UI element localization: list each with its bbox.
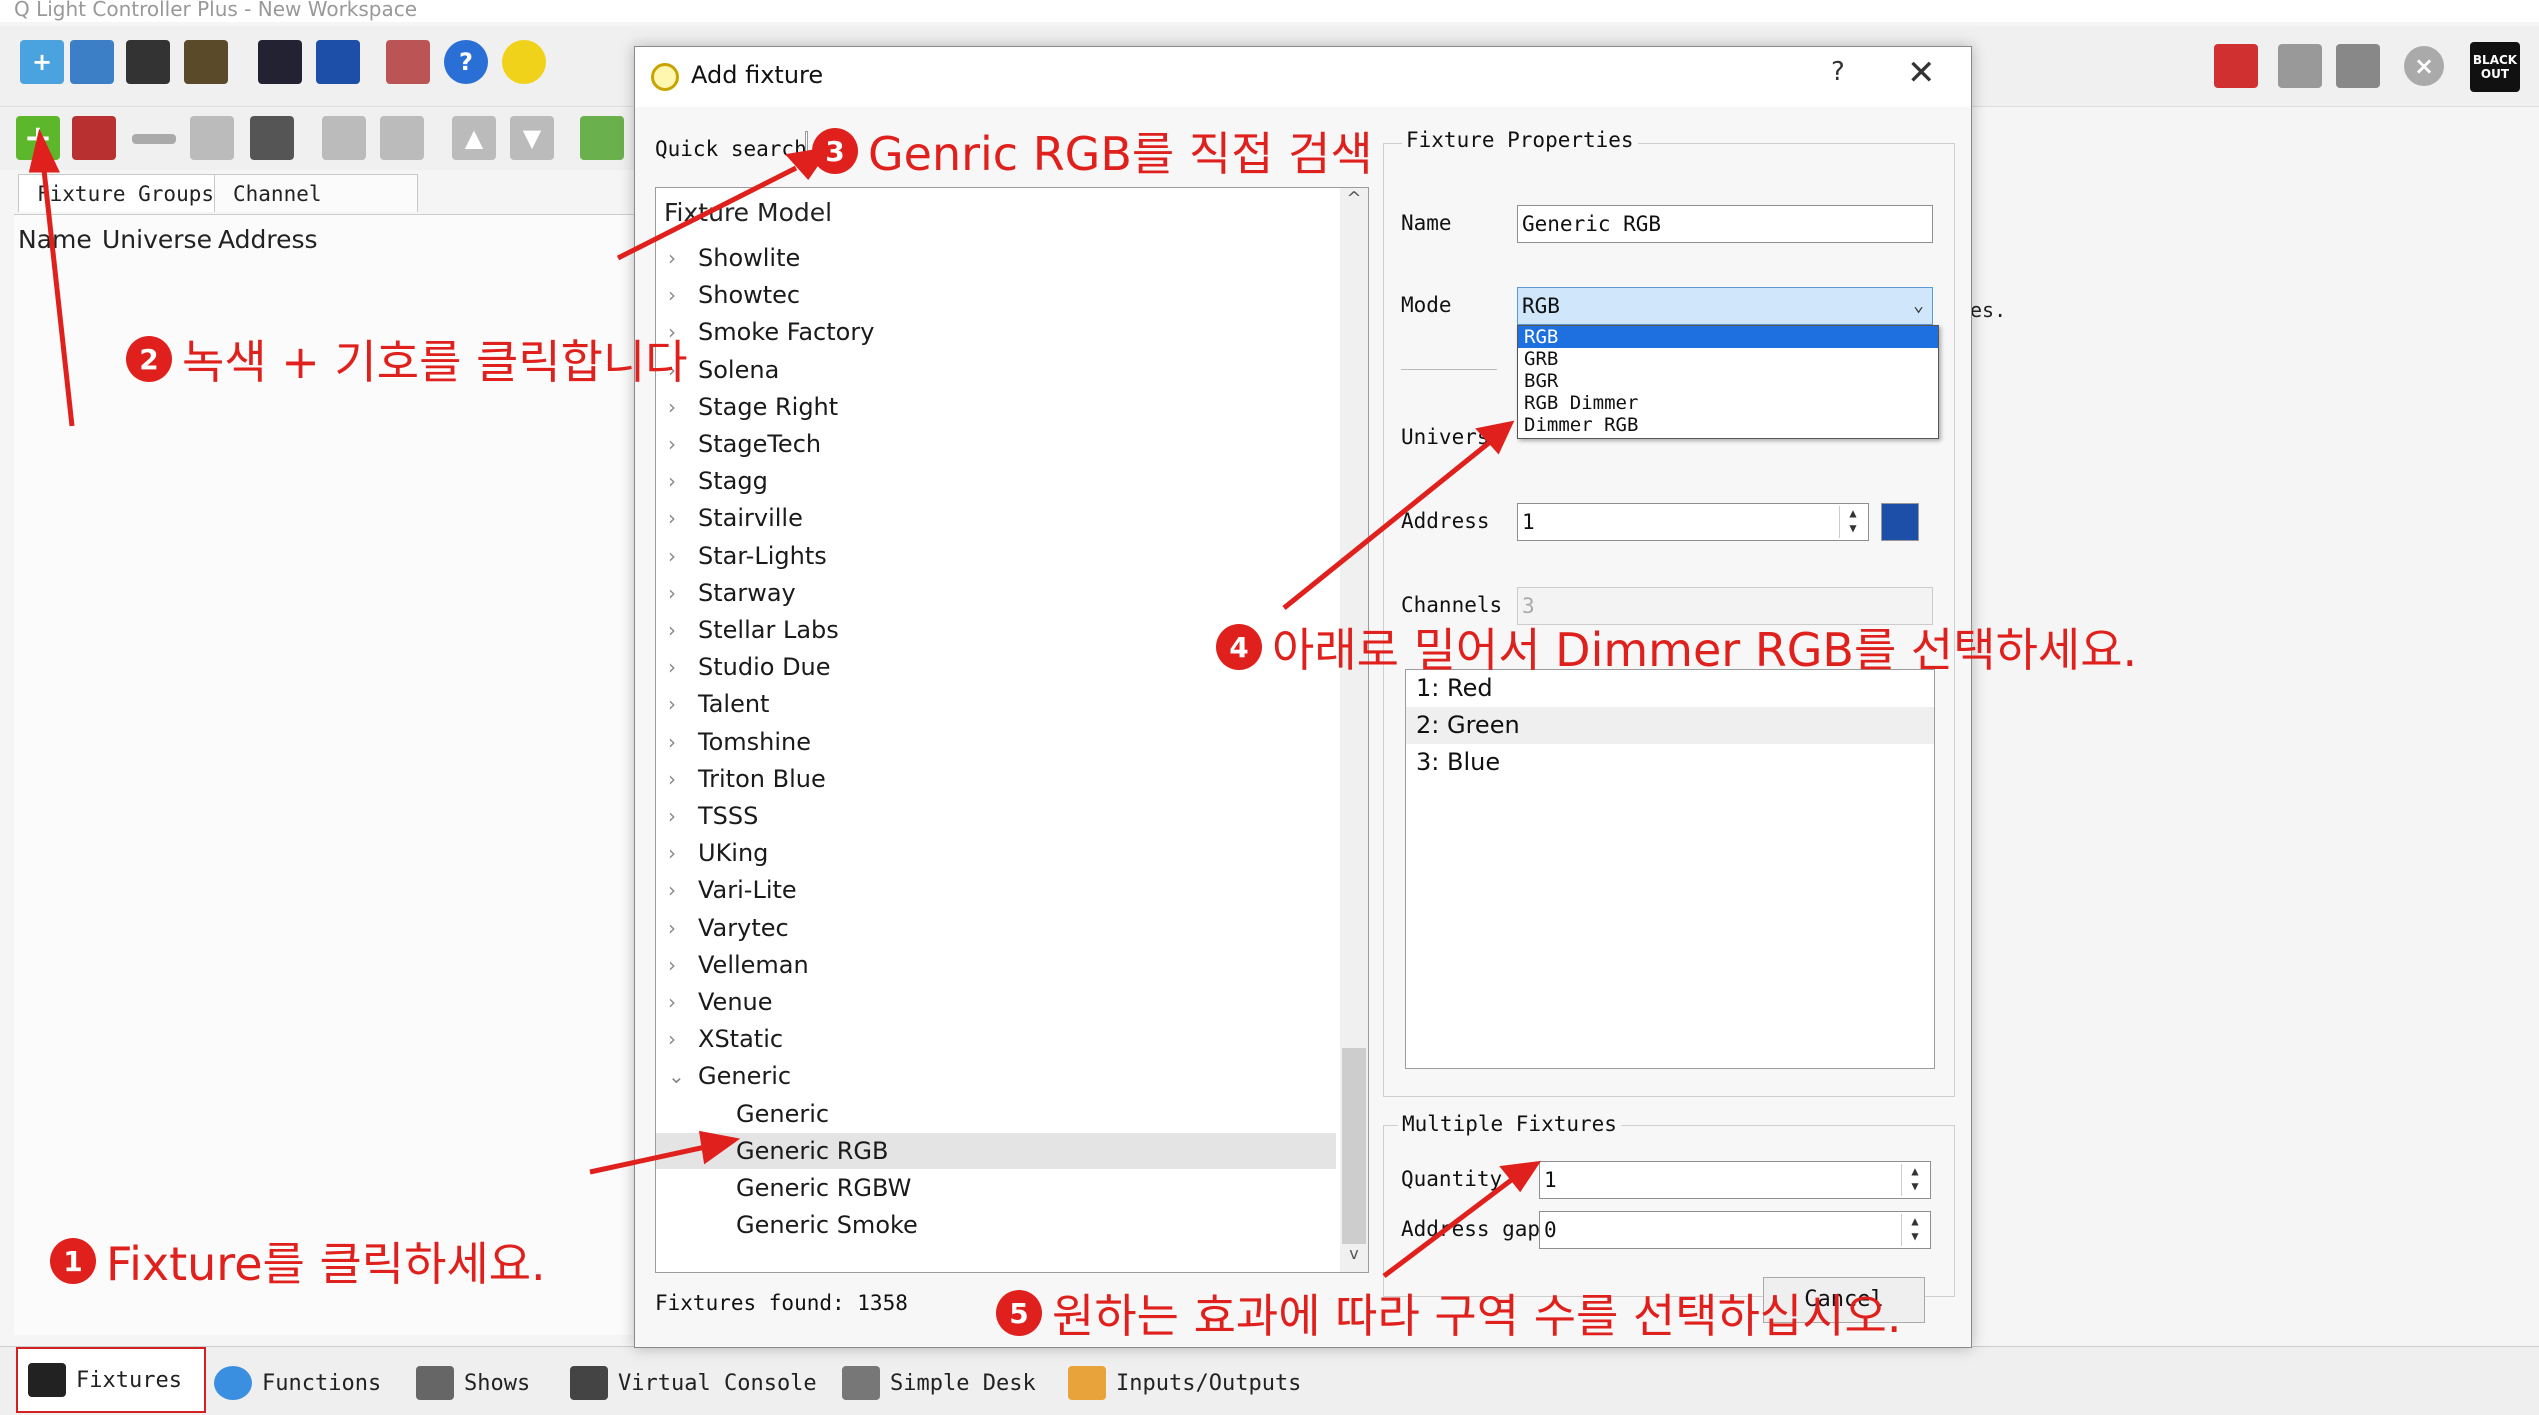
arrow-3 (616, 165, 798, 261)
annotation-text: 원하는 효과에 따라 구역 수를 선택하십시오. (1052, 1289, 1902, 1343)
arrow-2-head (28, 128, 60, 173)
annotation-badge: 3 (812, 128, 858, 174)
arrow-4 (1282, 440, 1492, 610)
arrow-2 (41, 169, 75, 427)
annotation-3: 3 Genric RGB를 직접 검색 (812, 118, 1373, 184)
annotation-badge: 1 (50, 1238, 96, 1284)
arrow-genericrgb-head (698, 1130, 741, 1165)
annotation-1: 1 Fixture를 클릭하세요. (50, 1228, 546, 1294)
annotation-badge: 4 (1216, 624, 1262, 670)
annotation-text: Fixture를 클릭하세요. (106, 1237, 546, 1291)
annotation-5: 5 원하는 효과에 따라 구역 수를 선택하십시오. (996, 1280, 1902, 1346)
arrow-5 (1382, 1176, 1516, 1278)
annotation-badge: 5 (996, 1290, 1042, 1336)
annotation-arrows (28, 128, 1542, 1278)
annotation-text: Genric RGB를 직접 검색 (868, 127, 1373, 181)
arrow-genericrgb (589, 1143, 711, 1175)
annotation-text: 아래로 밀어서 Dimmer RGB를 선택하세요. (1272, 623, 2138, 677)
annotation-2: 2 녹색 + 기호를 클릭합니다 (126, 326, 688, 392)
annotation-text: 녹색 + 기호를 클릭합니다 (182, 335, 688, 389)
annotation-4: 4 아래로 밀어서 Dimmer RGB를 선택하세요. (1216, 614, 2137, 680)
annotation-badge: 2 (126, 336, 172, 382)
